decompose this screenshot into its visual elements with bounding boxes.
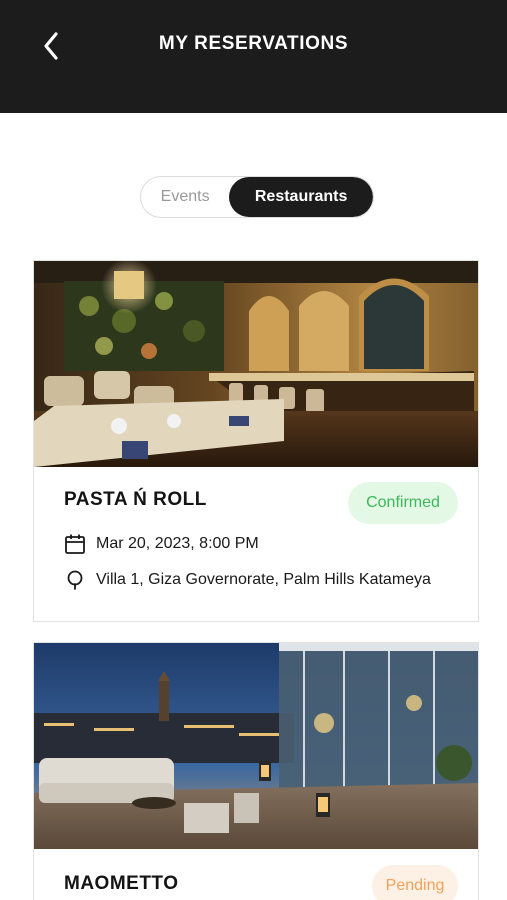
- reservation-location: Villa 1, Giza Governorate, Palm Hills Ka…: [64, 569, 431, 591]
- restaurant-interior-photo: [34, 261, 478, 467]
- restaurant-name: PASTA Ń ROLL: [64, 489, 207, 510]
- calendar-icon: [64, 533, 86, 555]
- restaurant-name: MAOMETTO: [64, 873, 179, 894]
- status-badge: Confirmed: [348, 482, 458, 524]
- reservation-datetime: Mar 20, 2023, 8:00 PM: [64, 533, 259, 555]
- reservation-card[interactable]: PASTA Ń ROLL Confirmed Mar 20, 2023, 8:0…: [33, 260, 479, 622]
- rooftop-terrace-photo: [34, 643, 478, 849]
- status-badge: Pending: [372, 865, 458, 900]
- tab-events[interactable]: Events: [141, 177, 229, 217]
- page-title: MY RESERVATIONS: [158, 33, 349, 54]
- top-bar: MY RESERVATIONS: [0, 0, 507, 113]
- location-pin-icon: [64, 569, 86, 591]
- tab-switcher: Events Restaurants: [140, 176, 374, 218]
- location-text: Villa 1, Giza Governorate, Palm Hills Ka…: [96, 571, 431, 588]
- reservation-card[interactable]: MAOMETTO Pending: [33, 642, 479, 900]
- datetime-text: Mar 20, 2023, 8:00 PM: [96, 535, 259, 552]
- tab-restaurants[interactable]: Restaurants: [229, 177, 373, 217]
